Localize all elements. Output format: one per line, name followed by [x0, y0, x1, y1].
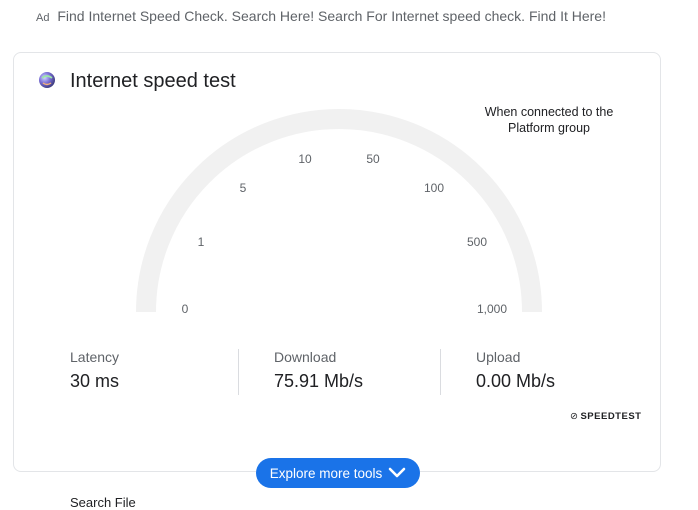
stat-divider: [238, 349, 239, 395]
download-value: 75.91 Mb/s: [274, 371, 364, 391]
gauge-tick-1000: 1,000: [477, 302, 507, 316]
latency-stat: Latency 30 ms: [70, 349, 119, 392]
download-stat: Download 75.91 Mb/s: [274, 349, 363, 392]
ad-badge: Ad: [36, 12, 50, 24]
ad-text[interactable]: Find Internet Speed Check. Search Here! …: [57, 8, 606, 24]
gauge-tick-10: 10: [298, 152, 312, 166]
upload-stat: Upload 0.00 Mb/s: [476, 349, 555, 392]
gauge-tick-5: 5: [240, 181, 247, 195]
speedtest-wordmark: SPEEDTEST: [580, 411, 642, 422]
speed-gauge: 0 1 5 10 50 100 500 1,000: [136, 109, 542, 316]
upload-label: Upload: [476, 349, 521, 365]
explore-button-label: Explore more tools: [269, 465, 383, 481]
gauge-tick-1: 1: [198, 235, 205, 249]
speedtest-gauge-icon: ⊘: [570, 411, 579, 422]
speedtest-logo[interactable]: ⊘ SPEEDTEST: [570, 411, 641, 422]
gauge-tick-500: 500: [467, 235, 487, 249]
upload-value: 0.00 Mb/s: [476, 371, 556, 391]
speed-test-card: Internet speed test When connected to th…: [13, 52, 661, 472]
gauge-track: [136, 109, 542, 313]
next-result-title[interactable]: Search File: [70, 495, 136, 510]
latency-value: 30 ms: [70, 371, 120, 391]
latency-label: Latency: [70, 349, 120, 365]
gauge-tick-100: 100: [424, 181, 444, 195]
stat-divider: [440, 349, 441, 395]
gauge-tick-50: 50: [366, 152, 380, 166]
ad-line[interactable]: Ad Find Internet Speed Check. Search Her…: [36, 8, 606, 24]
explore-more-tools-button[interactable]: Explore more tools: [256, 458, 420, 488]
chevron-down-icon: [388, 467, 406, 478]
gauge-tick-0: 0: [182, 302, 189, 316]
download-label: Download: [274, 349, 337, 365]
